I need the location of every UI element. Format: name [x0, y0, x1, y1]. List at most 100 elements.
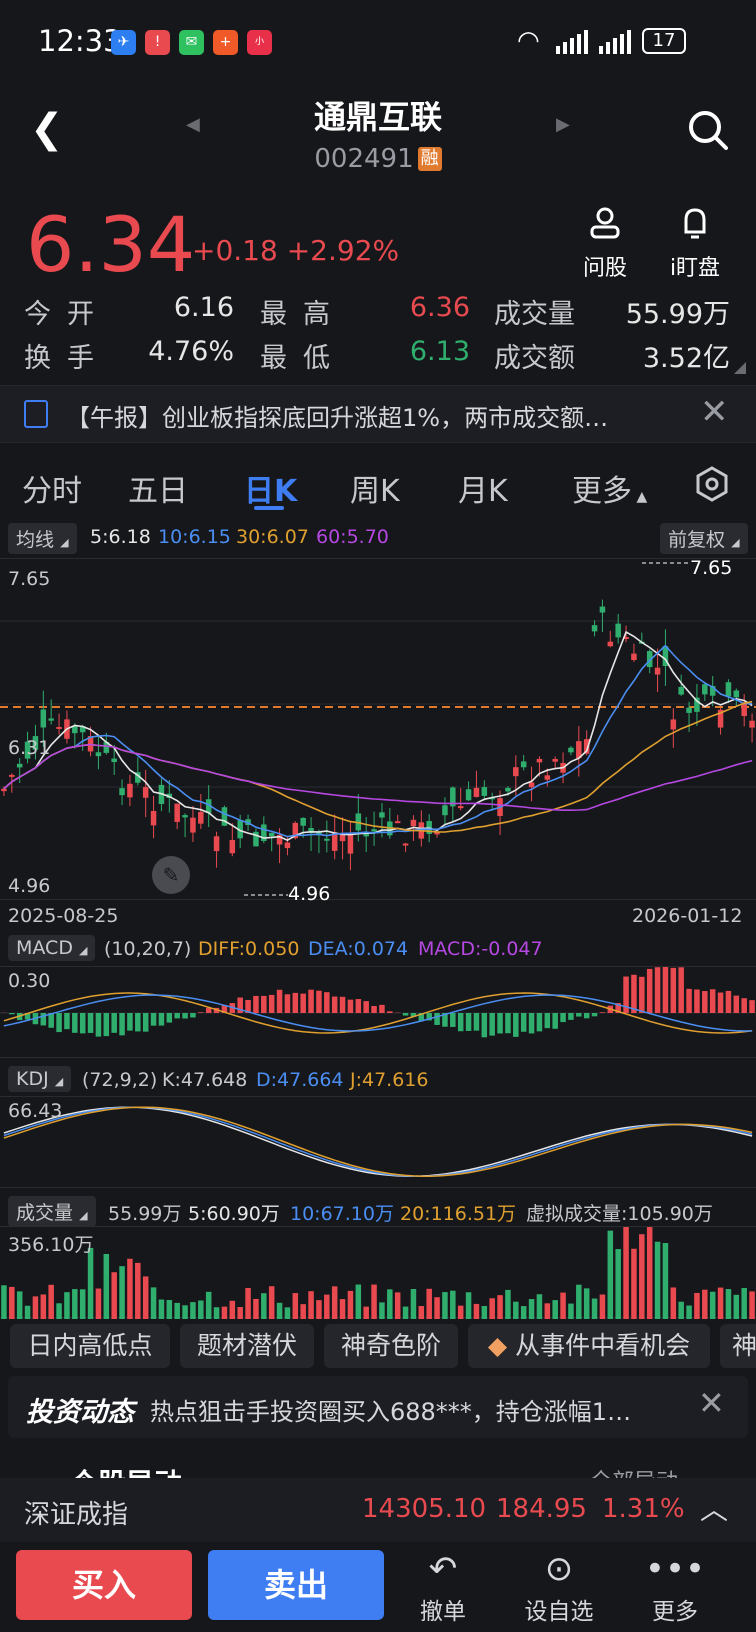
expand-corner-icon[interactable]	[734, 362, 746, 374]
volume-bar	[40, 1294, 47, 1319]
volume-bar	[158, 1299, 165, 1319]
chip-color-scale[interactable]: 神奇色阶	[324, 1324, 458, 1368]
d-line	[3, 1106, 753, 1177]
volume-bar	[87, 1247, 94, 1319]
signal2-icon	[599, 30, 631, 58]
volume-bar	[583, 1288, 590, 1319]
volume-bar	[198, 1300, 204, 1319]
buy-button[interactable]: 买入	[16, 1550, 192, 1620]
wechat-icon: ✉	[179, 30, 204, 55]
kdj-selector[interactable]: KDJ ◢	[8, 1066, 72, 1092]
watch-button[interactable]: i盯盘	[650, 206, 740, 282]
candle-body	[394, 821, 401, 824]
volume-bar	[300, 1304, 306, 1319]
macd-macd: MACD:-0.047	[418, 938, 543, 960]
macd-bar	[560, 1013, 566, 1023]
date-start: 2025-08-25	[8, 905, 119, 927]
macd-dea: DEA:0.074	[308, 938, 409, 960]
kline-chart[interactable]	[0, 558, 756, 900]
tab-monthly-k[interactable]: 月K	[458, 466, 508, 510]
tab-more-caret-icon: ▲	[632, 489, 648, 505]
candle-body	[221, 807, 228, 826]
tab-five-day[interactable]: 五日	[128, 466, 188, 510]
tab-daily-k[interactable]: 日K	[244, 466, 297, 510]
close-icon[interactable]: ✕	[700, 392, 729, 432]
candle-body	[615, 623, 621, 638]
cancel-order-button[interactable]: ↶ 撤单	[398, 1546, 488, 1626]
volume-bar	[324, 1294, 330, 1319]
candle-body	[442, 805, 448, 816]
high-label-text: 最高	[260, 299, 346, 330]
open-value: 6.16	[173, 292, 234, 323]
volume-bar	[591, 1298, 598, 1319]
macd-bar	[528, 1013, 535, 1034]
kdj-dropdown-icon: ◢	[54, 1075, 64, 1088]
candle-body	[40, 709, 47, 728]
chip-theme-ambush[interactable]: 题材潜伏	[180, 1324, 314, 1368]
volume-bar	[402, 1306, 409, 1319]
volume-bar	[709, 1291, 716, 1319]
index-bar[interactable]: 深证成指 14305.10 184.95 1.31% ︿	[0, 1478, 756, 1542]
volume-bar	[520, 1306, 527, 1319]
volume-bar	[670, 1287, 677, 1319]
volume-bar	[725, 1289, 732, 1319]
volume-bar	[686, 1305, 692, 1319]
macd-bar	[119, 1013, 125, 1036]
volume-bar	[371, 1284, 377, 1319]
volume-bar	[442, 1292, 448, 1319]
kdj-chart[interactable]	[0, 1096, 756, 1188]
chevron-up-icon[interactable]: ︿	[700, 1488, 728, 1528]
vol-selector[interactable]: 成交量 ◢	[8, 1196, 96, 1227]
macd-bar	[190, 1013, 196, 1018]
add-watchlist-button[interactable]: ⊙ 设自选	[514, 1546, 604, 1626]
chip-intraday-high-low[interactable]: 日内高低点	[10, 1324, 170, 1368]
macd-bar	[158, 1013, 165, 1026]
volume-chart[interactable]	[0, 1224, 756, 1319]
last-price: 6.34	[26, 200, 196, 289]
app-notif-icon: ✈	[111, 30, 136, 55]
tab-weekly-k[interactable]: 周K	[350, 466, 400, 510]
vol-label: 成交量	[16, 1202, 74, 1224]
chip-event-opportunity[interactable]: ◆ 从事件中看机会	[468, 1324, 710, 1368]
chart-settings-icon[interactable]	[694, 466, 730, 506]
search-icon[interactable]	[686, 108, 730, 156]
volume-bar	[481, 1306, 488, 1319]
ma-selector[interactable]: 均线 ◢	[8, 523, 77, 554]
volume-bar	[253, 1298, 259, 1319]
adjust-selector[interactable]: 前复权 ◢	[660, 523, 748, 554]
more-button[interactable]: ••• 更多	[630, 1546, 720, 1626]
macd-bar	[268, 994, 275, 1013]
candle-body	[481, 787, 488, 796]
invest-banner[interactable]: 投资动态 热点狙击手投资圈买入688***，持仓涨幅1… ✕	[8, 1376, 748, 1438]
vol-dropdown-icon: ◢	[79, 1209, 88, 1222]
draw-tool-icon[interactable]: ✎	[152, 856, 190, 894]
macd-selector[interactable]: MACD ◢	[8, 935, 96, 961]
adjust-dropdown-icon: ◢	[731, 536, 740, 549]
tab-intraday[interactable]: 分时	[22, 466, 82, 510]
macd-bar	[135, 1013, 141, 1032]
section-peek: 个股异动 全部异动	[0, 1450, 756, 1478]
macd-bar	[72, 1013, 78, 1033]
invest-close-icon[interactable]: ✕	[698, 1384, 725, 1422]
ask-stock-button[interactable]: 问股	[560, 206, 650, 282]
volume-bar	[505, 1289, 511, 1319]
volume-bar	[355, 1284, 362, 1319]
volume-bar	[32, 1296, 39, 1319]
chip-more[interactable]: 神	[720, 1324, 756, 1368]
macd-bar	[150, 1013, 157, 1026]
volume-bar	[135, 1262, 141, 1319]
news-banner[interactable]: 【午报】创业板指探底回升涨超1%，两市成交额… ✕	[0, 385, 756, 443]
macd-bar	[639, 976, 645, 1013]
index-change: 184.95	[496, 1494, 587, 1524]
volume-bar	[560, 1292, 566, 1319]
tab-more[interactable]: 更多 ▲	[572, 466, 647, 510]
j-line	[3, 1106, 753, 1177]
volume-bar	[237, 1307, 243, 1319]
volume-bar	[284, 1307, 291, 1319]
sell-button[interactable]: 卖出	[208, 1550, 384, 1620]
low-value: 6.13	[409, 336, 470, 367]
index-pct: 1.31%	[602, 1494, 685, 1524]
section-more[interactable]: 全部异动	[590, 1464, 678, 1478]
volume-bar	[457, 1305, 464, 1319]
macd-chart[interactable]	[0, 966, 756, 1058]
